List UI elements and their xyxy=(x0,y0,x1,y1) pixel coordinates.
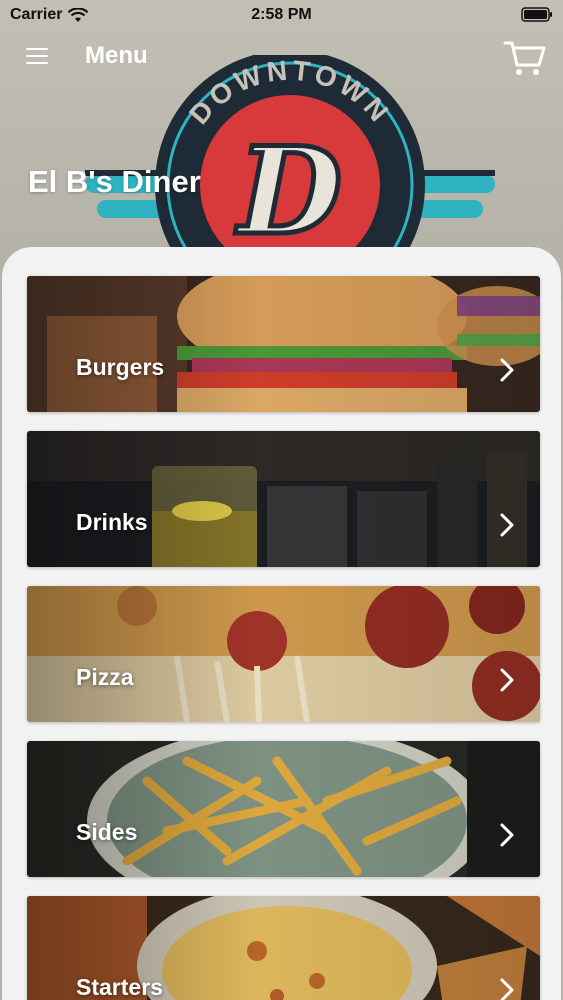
category-label: Burgers xyxy=(76,354,165,380)
nav-bar: Menu xyxy=(0,36,563,80)
category-label: Sides xyxy=(76,819,138,845)
menu-sheet: Burgers Drinks Pizza Sides Starters xyxy=(2,247,561,1000)
category-card-starters[interactable]: Starters xyxy=(27,896,540,1000)
cart-icon[interactable] xyxy=(503,38,547,78)
battery-icon xyxy=(521,7,552,22)
chevron-right-icon xyxy=(500,978,514,1000)
status-bar: Carrier 2:58 PM xyxy=(0,0,563,30)
chevron-right-icon xyxy=(500,513,514,537)
page-title: Menu xyxy=(85,42,148,69)
chevron-right-icon xyxy=(500,668,514,692)
category-card-sides[interactable]: Sides xyxy=(27,741,540,877)
category-label: Pizza xyxy=(76,664,134,690)
chevron-right-icon xyxy=(500,358,514,382)
status-time: 2:58 PM xyxy=(251,6,312,23)
hamburger-menu-icon[interactable] xyxy=(26,48,48,66)
category-card-pizza[interactable]: Pizza xyxy=(27,586,540,722)
category-card-burgers[interactable]: Burgers xyxy=(27,276,540,412)
svg-text:D: D xyxy=(235,121,342,262)
category-card-drinks[interactable]: Drinks xyxy=(27,431,540,567)
category-label: Drinks xyxy=(76,509,148,535)
chevron-right-icon xyxy=(500,823,514,847)
restaurant-name: El B's Diner xyxy=(28,164,201,199)
category-label: Starters xyxy=(76,974,163,1000)
